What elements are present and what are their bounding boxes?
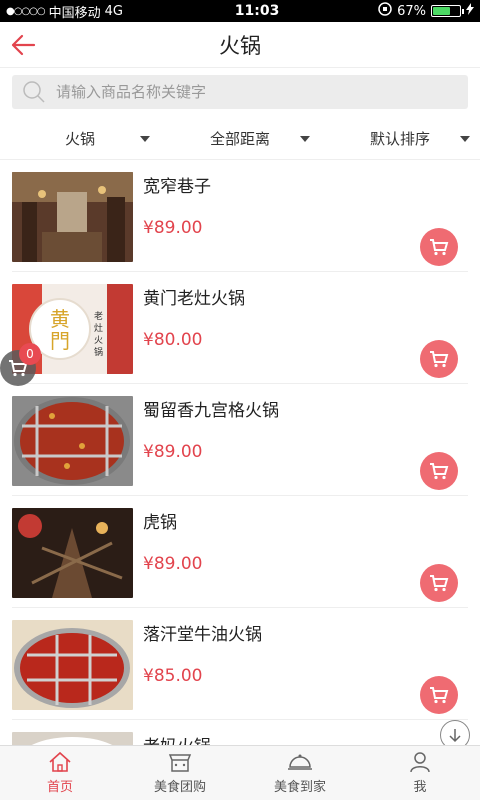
bottom-tab-bar: 首页 美食团购 美食到家 我 [0, 745, 480, 800]
filter-category-label: 火锅 [64, 130, 95, 148]
cart-icon [430, 239, 449, 256]
shop-icon [168, 754, 192, 772]
list-item[interactable]: 蜀留香九宫格火锅 ¥89.00 [12, 384, 468, 496]
carrier-name: 中国移动 [48, 5, 101, 21]
tab-delivery[interactable]: 美食到家 [240, 746, 360, 800]
filter-bar: 火锅 全部距离 默认排序 [0, 118, 480, 160]
network-type: 4G [104, 3, 124, 19]
product-price: ¥85.00 [143, 666, 203, 686]
cart-count-badge: 0 [19, 343, 41, 365]
search-icon [22, 80, 46, 104]
list-item[interactable]: 落汗堂牛油火锅 ¥85.00 [12, 608, 468, 720]
product-image [12, 732, 133, 745]
tab-me-label: 我 [413, 780, 427, 795]
product-name: 宽窄巷子 [143, 177, 211, 197]
orientation-lock-icon [378, 2, 392, 20]
tab-home[interactable]: 首页 [0, 746, 120, 800]
tab-home-label: 首页 [46, 780, 73, 795]
product-image [12, 620, 133, 710]
add-to-cart-button[interactable] [420, 676, 458, 714]
svg-text:锅: 锅 [94, 347, 103, 358]
filter-distance-label: 全部距离 [209, 130, 270, 148]
add-to-cart-button[interactable] [420, 340, 458, 378]
product-image [12, 396, 133, 486]
list-item[interactable]: 黄 門 老 灶 火 锅 黄门老灶火锅 ¥80.00 [12, 272, 468, 384]
product-price: ¥80.00 [143, 330, 203, 350]
product-image [12, 172, 133, 262]
delivery-icon [288, 754, 312, 770]
cart-icon [430, 575, 449, 592]
list-item[interactable]: 宽窄巷子 ¥89.00 [12, 160, 468, 272]
floating-cart-button[interactable]: 0 [0, 343, 41, 386]
svg-text:灶: 灶 [94, 322, 103, 334]
tab-group-buy-label: 美食团购 [153, 780, 206, 795]
nav-header: 火锅 [0, 22, 480, 68]
filter-sort[interactable]: 默认排序 [320, 118, 480, 159]
battery-icon [431, 5, 464, 17]
arrow-down-icon [449, 729, 461, 743]
caret-down-icon [460, 136, 470, 142]
product-name: 黄门老灶火锅 [143, 289, 245, 309]
add-to-cart-button[interactable] [420, 564, 458, 602]
user-icon [410, 752, 430, 773]
add-to-cart-button[interactable] [420, 452, 458, 490]
clock: 11:03 [234, 3, 280, 19]
product-name: 虎锅 [143, 513, 177, 533]
product-image [12, 508, 133, 598]
caret-down-icon [300, 136, 310, 142]
tab-group-buy[interactable]: 美食团购 [120, 746, 240, 800]
product-list: 宽窄巷子 ¥89.00 黄 門 老 灶 火 锅 黄门老灶火锅 ¥80.00 蜀留… [0, 160, 480, 745]
battery-percent: 67% [397, 3, 426, 19]
svg-text:門: 門 [50, 329, 70, 353]
cart-icon [430, 687, 449, 704]
add-to-cart-button[interactable] [420, 228, 458, 266]
search-bar[interactable] [12, 75, 468, 109]
product-name: 老妈火锅 [143, 732, 211, 745]
filter-distance[interactable]: 全部距离 [160, 118, 320, 159]
signal-strength: ●○○○○ [6, 5, 46, 17]
back-arrow-icon[interactable] [8, 30, 38, 60]
status-bar: ●○○○○ 中国移动 4G 11:03 67% [0, 0, 480, 22]
caret-down-icon [140, 136, 150, 142]
cart-icon [430, 463, 449, 480]
product-name: 蜀留香九宫格火锅 [143, 401, 279, 421]
product-price: ¥89.00 [143, 442, 203, 462]
product-price: ¥89.00 [143, 554, 203, 574]
product-price: ¥89.00 [143, 218, 203, 238]
tab-me[interactable]: 我 [360, 746, 480, 800]
svg-text:黄: 黄 [50, 307, 70, 331]
product-name: 落汗堂牛油火锅 [143, 625, 262, 645]
cart-icon [430, 351, 449, 368]
tab-delivery-label: 美食到家 [273, 780, 326, 795]
charging-icon [466, 3, 474, 19]
svg-text:老: 老 [94, 310, 103, 322]
list-item[interactable]: 虎锅 ¥89.00 [12, 496, 468, 608]
search-input[interactable] [56, 83, 436, 101]
filter-sort-label: 默认排序 [369, 130, 430, 148]
filter-category[interactable]: 火锅 [0, 118, 160, 159]
svg-text:火: 火 [94, 335, 103, 346]
home-icon [49, 751, 71, 772]
list-item[interactable]: 老妈火锅 [12, 720, 468, 745]
page-title: 火锅 [219, 33, 261, 58]
